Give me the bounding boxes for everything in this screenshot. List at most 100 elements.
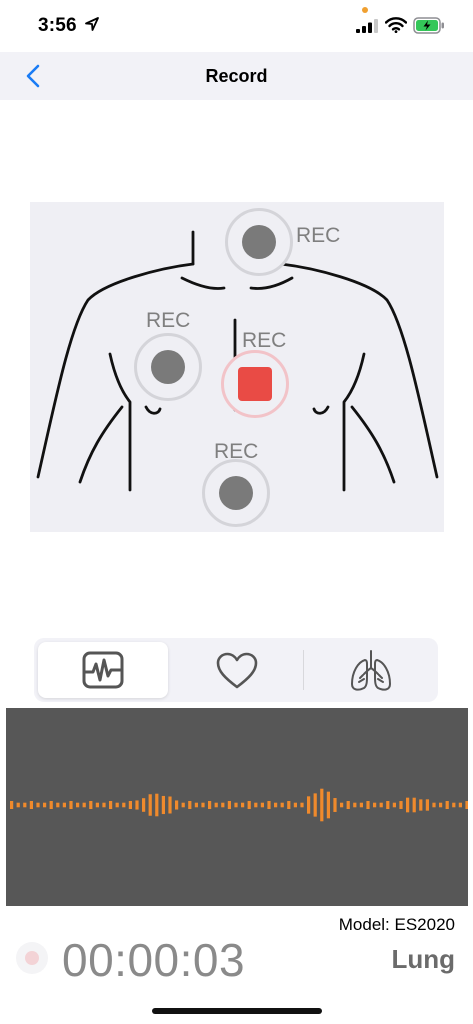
waveform-bar [56,802,60,808]
navigation-bar: Record [0,52,473,100]
waveform-bar [135,800,139,810]
segment-divider [303,650,304,690]
waveform-bar [181,802,185,808]
rec-label-right-chest: REC [146,309,191,332]
waveform-bar [313,793,317,817]
waveform-bar [188,801,192,809]
waveform-bar [82,802,86,808]
waveform-bar [241,802,245,808]
waveform-bar [49,801,53,809]
device-model-label: Model: ES2020 [338,915,455,934]
waveform-bar [201,802,205,808]
page-title: Record [205,66,268,86]
waveform-bar [36,802,40,808]
rec-label-center: REC [242,329,287,352]
cellular-signal-icon [356,19,378,33]
waveform-bar [392,802,396,808]
waveform-bar [307,796,311,814]
audio-waveform [10,788,468,822]
waveform-bar [23,802,27,808]
waveform-bar [89,801,93,809]
waveform-bar [69,801,73,809]
waveform-bar [419,799,423,811]
tab-waveform[interactable] [38,642,168,698]
waveform-bar [234,802,238,808]
recording-timer: 00:00:03 [62,934,246,986]
waveform-bar [175,800,179,810]
tab-lung[interactable] [306,642,434,698]
waveform-bar [76,802,80,808]
waveform-bar [366,801,370,809]
waveform-bar [379,802,383,808]
waveform-bar [458,802,462,808]
waveform-bar [333,798,337,812]
rec-point-core [151,350,185,384]
location-arrow-icon [85,17,99,31]
waveform-bar [227,801,231,809]
waveform-bar [445,801,449,809]
waveform-bar [128,801,132,809]
waveform-bar [109,801,113,809]
battery-charging-icon [413,17,444,34]
waveform-bar [16,802,20,808]
rec-point-neck[interactable] [225,208,293,276]
body-diagram: REC REC REC REC [30,202,444,532]
waveform-bar [10,801,14,809]
rec-point-core [242,225,276,259]
waveform-bar [221,802,225,808]
tab-heart[interactable] [170,642,302,698]
waveform-bar [267,801,271,809]
rec-point-center[interactable] [221,350,289,418]
waveform-bar [194,802,198,808]
waveform-bar [161,795,165,815]
waveform-bar [29,801,33,809]
waveform-bar [300,802,304,808]
status-bar: 3:56 [0,0,473,52]
waveform-bar [406,797,410,813]
waveform-bar [293,802,297,808]
heart-icon [216,652,258,689]
waveform-bar [386,801,390,809]
home-indicator [152,1008,322,1014]
status-time: 3:56 [38,15,77,36]
waveform-bar [320,788,324,822]
record-indicator[interactable] [16,942,48,974]
rec-point-lower[interactable] [202,459,270,527]
stop-recording-icon [238,367,272,401]
waveform-bar [260,802,264,808]
waveform-bar [287,801,291,809]
waveform-bar [399,801,403,809]
waveform-bar [373,802,377,808]
lungs-icon [351,650,391,691]
waveform-bar [359,802,363,808]
waveform-monitor-icon [82,651,124,689]
privacy-indicator-dot [362,7,368,13]
rec-label-neck: REC [296,224,341,247]
waveform-bar [432,802,436,808]
waveform-bar [425,799,429,811]
waveform-bar [326,791,330,819]
waveform-bar [155,793,159,817]
rec-point-right-chest[interactable] [134,333,202,401]
waveform-bar [95,802,99,808]
auscultation-mode-label: Lung [391,944,455,974]
waveform-bar [214,802,218,808]
waveform-bar [148,794,152,816]
waveform-bar [142,798,146,812]
waveform-bar [353,802,357,808]
waveform-bar [208,801,212,809]
waveform-bar [280,802,284,808]
waveform-bar [346,801,350,809]
waveform-bar [102,802,106,808]
waveform-bar [168,796,172,814]
waveform-bar [43,802,47,808]
waveform-bar [247,801,251,809]
wifi-icon [385,17,407,33]
mode-segmented-control [34,638,438,702]
waveform-bar [122,802,126,808]
waveform-bar [62,802,66,808]
record-dot-icon [25,951,39,965]
waveform-panel [6,708,468,906]
waveform-bar [115,802,119,808]
waveform-bar [340,802,344,808]
